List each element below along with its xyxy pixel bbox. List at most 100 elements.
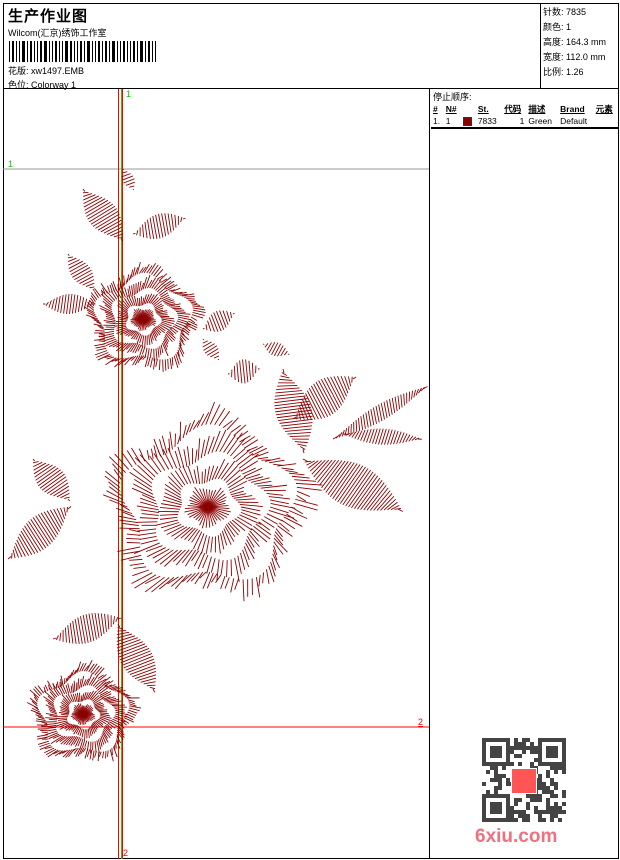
- leaf-stitch: [43, 511, 59, 535]
- qr-module: [550, 794, 554, 798]
- qr-module: [542, 782, 546, 786]
- rose-stitch: [261, 518, 275, 528]
- leaf-stitch: [236, 362, 240, 383]
- guide-label-v2: 2: [123, 848, 129, 858]
- leaf-stitch: [149, 686, 156, 690]
- leaf-stitch: [180, 216, 183, 223]
- rose-stitch: [141, 513, 159, 516]
- rose-stitch: [96, 347, 107, 351]
- rose-stitch: [186, 298, 195, 300]
- leaf-stitch: [232, 312, 235, 315]
- rose-stitch: [149, 455, 162, 473]
- rose-stitch: [133, 566, 147, 569]
- rose-stitch: [84, 748, 89, 759]
- rose-stitch: [72, 683, 75, 693]
- leaf-stitch: [370, 409, 375, 426]
- leaf-stitch: [219, 310, 227, 328]
- rose-stitch: [174, 470, 186, 486]
- qr-module: [562, 794, 566, 798]
- rose-stitch: [196, 413, 205, 428]
- qr-module: [550, 766, 554, 770]
- leaf-stitch: [383, 401, 388, 419]
- qr-module: [546, 746, 558, 758]
- qr-module: [538, 782, 542, 786]
- rose-stitch: [296, 486, 322, 491]
- leaf-stitch: [7, 556, 12, 560]
- qr-module: [538, 778, 542, 782]
- leaf-stitch: [274, 395, 306, 400]
- leaf-stitch: [369, 487, 389, 511]
- rose-stitch: [75, 737, 81, 747]
- qr-module: [514, 742, 518, 746]
- rose-stitch: [158, 287, 167, 295]
- leaf-stitch: [100, 613, 105, 635]
- qr-module: [546, 802, 550, 806]
- rose-stitch: [242, 579, 245, 602]
- leaf-stitch: [12, 549, 16, 559]
- leaf-stitch: [274, 392, 304, 397]
- qr-module: [522, 746, 526, 750]
- leaf-stitch: [233, 365, 236, 380]
- rose-stitch: [194, 449, 198, 463]
- rose-stitch: [90, 663, 98, 673]
- leaf-stitch: [275, 390, 302, 394]
- rose-stitch: [73, 680, 76, 692]
- rose-stitch: [139, 517, 159, 519]
- rose-stitch: [257, 484, 273, 487]
- rose-stitch: [217, 535, 221, 554]
- qr-module: [538, 810, 542, 814]
- rose-stitch: [159, 516, 178, 520]
- rose-stitch: [56, 681, 59, 688]
- rose-stitch: [139, 535, 157, 540]
- qr-module: [550, 818, 554, 822]
- rose-stitch: [291, 475, 310, 479]
- rose-stitch: [226, 560, 228, 578]
- rose-stitch: [132, 267, 136, 278]
- leaf-stitch: [372, 407, 377, 424]
- leaf-stitch: [167, 213, 172, 233]
- leaf-stitch: [207, 320, 212, 332]
- rose-stitch: [94, 750, 97, 758]
- leaf-stitch: [332, 463, 358, 499]
- leaf-stitch: [281, 422, 313, 427]
- qr-module: [558, 810, 562, 814]
- design-info: 针数: 7835 颜色: 1 高度: 164.3 mm 宽度: 112.0 mm…: [540, 3, 619, 89]
- rose-stitch: [205, 536, 210, 555]
- leaf-stitch: [268, 341, 276, 354]
- leaf-stitch: [362, 414, 366, 429]
- rose-stitch: [109, 284, 113, 293]
- leaf-stitch: [68, 260, 83, 269]
- rose-stitch: [188, 299, 196, 302]
- leaf-stitch: [378, 404, 383, 422]
- rose-stitch: [84, 729, 86, 740]
- qr-module: [538, 798, 542, 802]
- leaf-stitch: [203, 343, 215, 351]
- rose-stitch: [107, 750, 109, 757]
- rose-stitch: [265, 569, 270, 584]
- rose-stitch: [129, 558, 143, 561]
- leaf-stitch: [213, 312, 222, 332]
- leaf-stitch: [104, 613, 107, 632]
- rose-stitch: [151, 264, 159, 275]
- qr-module: [562, 770, 566, 774]
- leaf-stitch: [85, 199, 109, 214]
- rose-stitch: [126, 450, 137, 465]
- leaf-stitch: [375, 405, 380, 423]
- qr-module: [526, 814, 530, 818]
- rose-stitch: [94, 666, 103, 676]
- qr-module: [494, 774, 498, 778]
- leaf-stitch: [217, 358, 220, 361]
- qr-module: [542, 818, 546, 822]
- leaf-stitch: [347, 376, 352, 387]
- leaf-stitch: [389, 399, 393, 415]
- rose-stitch: [235, 498, 256, 501]
- qr-module: [526, 818, 530, 822]
- rose-stitch: [177, 314, 190, 318]
- leaf-stitch: [397, 395, 401, 410]
- rose-stitch: [203, 468, 207, 484]
- rose-stitch: [182, 424, 187, 439]
- rose-stitch: [99, 712, 109, 715]
- leaf-stitch: [71, 294, 76, 314]
- rose-stitch: [48, 718, 58, 721]
- rose-stitch: [131, 285, 134, 296]
